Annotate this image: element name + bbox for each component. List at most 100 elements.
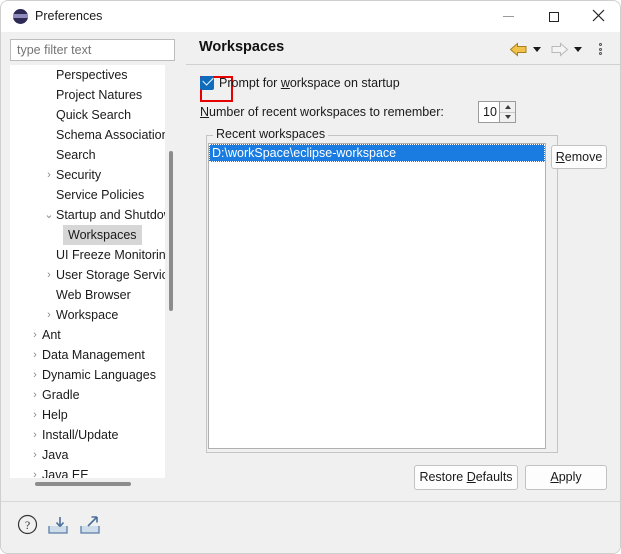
page-header: Workspaces xyxy=(186,32,620,65)
preferences-dialog: Preferences Perspectives Project Natures Q… xyxy=(0,0,621,554)
tree-horizontal-scroll-thumb[interactable] xyxy=(35,482,131,486)
tree-vertical-scrollbar[interactable] xyxy=(165,65,177,478)
tree-item-quick-search[interactable]: Quick Search xyxy=(10,105,165,125)
recent-workspaces-list[interactable]: D:\workSpace\eclipse-workspace xyxy=(208,143,546,449)
chk-label-before: Prompt for xyxy=(219,76,281,90)
num-label-mnemonic: N xyxy=(200,105,210,119)
spinner-down-icon xyxy=(504,115,511,119)
close-icon xyxy=(592,9,605,25)
workspace-list-item[interactable]: D:\workSpace\eclipse-workspace xyxy=(209,144,545,162)
tree-item-web-browser[interactable]: Web Browser xyxy=(10,285,165,305)
chevron-right-icon[interactable]: › xyxy=(29,405,41,425)
preferences-tree[interactable]: Perspectives Project Natures Quick Search S… xyxy=(10,65,177,489)
chevron-right-icon[interactable]: › xyxy=(29,325,41,345)
export-preferences-icon[interactable] xyxy=(79,515,101,535)
recent-count-value[interactable]: 10 xyxy=(483,102,497,122)
prompt-for-workspace-label[interactable]: Prompt for workspace on startup xyxy=(219,74,400,92)
chevron-right-icon[interactable]: › xyxy=(29,425,41,445)
tree-item-dynamic-languages[interactable]: › Dynamic Languages xyxy=(10,365,165,385)
tree-item-label: Ant xyxy=(42,328,61,342)
minimize-button[interactable] xyxy=(486,1,531,32)
vertical-dots-menu-icon[interactable] xyxy=(594,40,606,58)
tree-item-ant[interactable]: › Ant xyxy=(10,325,165,345)
minimize-icon xyxy=(503,16,514,17)
tree-item-ui-freeze-monitoring[interactable]: UI Freeze Monitoring xyxy=(10,245,165,265)
prompt-for-workspace-checkbox[interactable] xyxy=(200,74,214,90)
tree-item-label: Help xyxy=(42,408,68,422)
tree-item-label: Search xyxy=(56,148,96,162)
tree-horizontal-scrollbar[interactable] xyxy=(10,478,177,489)
group-border-right xyxy=(319,135,558,136)
chevron-right-icon[interactable]: › xyxy=(29,385,41,405)
tree-item-label: Dynamic Languages xyxy=(42,368,156,382)
tree-item-workspace[interactable]: › Workspace xyxy=(10,305,165,325)
filter-input[interactable] xyxy=(10,39,175,61)
chevron-right-icon[interactable]: › xyxy=(43,265,55,285)
tree-item-user-storage-service[interactable]: › User Storage Service xyxy=(10,265,165,285)
tree-item-gradle[interactable]: › Gradle xyxy=(10,385,165,405)
tree-item-label: Project Natures xyxy=(56,88,143,102)
tree-viewport: Perspectives Project Natures Quick Search S… xyxy=(10,65,165,478)
tree-item-label: Web Browser xyxy=(56,288,131,302)
spinner-down-button[interactable] xyxy=(500,112,515,122)
tree-item-service-policies[interactable]: Service Policies xyxy=(10,185,165,205)
tree-item-label: Security xyxy=(56,168,102,182)
spinner-up-icon xyxy=(504,105,511,109)
tree-item-label: UI Freeze Monitoring xyxy=(56,248,165,262)
tree-item-search[interactable]: Search xyxy=(10,145,165,165)
tree-item-label: Workspace xyxy=(56,308,119,322)
eclipse-icon-band xyxy=(13,14,28,18)
num-label-after: umber of recent workspaces to remember: xyxy=(209,105,444,119)
apply-button[interactable]: Apply xyxy=(525,465,607,490)
tree-item-project-natures[interactable]: Project Natures xyxy=(10,85,165,105)
tree-item-workspaces[interactable]: Workspaces xyxy=(10,225,165,245)
chevron-down-glyph xyxy=(574,46,582,52)
help-question-icon[interactable]: ? xyxy=(17,514,38,535)
tree-item-label: Workspaces xyxy=(63,225,142,245)
tree-item-install-update[interactable]: › Install/Update xyxy=(10,425,165,445)
chevron-right-icon[interactable]: › xyxy=(29,345,41,365)
tree-item-data-management[interactable]: › Data Management xyxy=(10,345,165,365)
tree-item-help[interactable]: › Help xyxy=(10,405,165,425)
recent-workspaces-group-title: Recent workspaces xyxy=(213,127,329,141)
chevron-right-icon[interactable]: › xyxy=(29,445,41,465)
tree-item-java[interactable]: › Java xyxy=(10,445,165,465)
spinner-buttons xyxy=(499,102,515,122)
maximize-button[interactable] xyxy=(531,1,576,32)
maximize-icon xyxy=(548,11,559,22)
back-arrow-icon[interactable] xyxy=(508,40,528,58)
tree-item-label: Gradle xyxy=(42,388,80,402)
workspaces-page: Prompt for workspace on startup Number o… xyxy=(186,65,620,501)
tree-item-label: Data Management xyxy=(42,348,145,362)
recent-count-spinner[interactable]: 10 xyxy=(478,101,516,123)
tree-item-schema-associations[interactable]: Schema Associations xyxy=(10,125,165,145)
tree-item-label: Install/Update xyxy=(42,428,119,442)
chevron-right-icon[interactable]: › xyxy=(43,305,55,325)
apply-after: pply xyxy=(558,470,582,484)
apply-mnemonic: A xyxy=(550,470,559,484)
import-preferences-icon[interactable] xyxy=(47,515,69,535)
tree-item-startup-and-shutdown[interactable]: ⌄Startup and Shutdown xyxy=(10,205,165,225)
remove-button[interactable]: Remove xyxy=(551,145,607,169)
chevron-right-icon[interactable]: › xyxy=(29,365,41,385)
eclipse-icon xyxy=(13,9,28,24)
back-dropdown-chevron-down-icon[interactable] xyxy=(531,40,543,58)
title-bar: Preferences xyxy=(1,1,620,32)
forward-dropdown-chevron-down-icon[interactable] xyxy=(572,40,584,58)
chevron-right-icon[interactable]: › xyxy=(29,465,41,478)
group-border-left xyxy=(206,135,213,136)
tree-item-label: Schema Associations xyxy=(56,128,165,142)
remove-mnemonic: R xyxy=(555,150,565,164)
tree-vertical-scroll-thumb[interactable] xyxy=(169,151,173,311)
tree-item-java-ee[interactable]: › Java EE xyxy=(10,465,165,478)
restore-defaults-button[interactable]: Restore Defaults xyxy=(414,465,518,490)
restore-mnemonic: D xyxy=(466,470,476,484)
tree-item-perspectives[interactable]: Perspectives xyxy=(10,65,165,85)
close-button[interactable] xyxy=(576,1,620,32)
chevron-right-icon[interactable]: › xyxy=(43,165,55,185)
chevron-down-glyph xyxy=(533,46,541,52)
chevron-down-icon[interactable]: ⌄ xyxy=(43,205,55,225)
restore-before: Restore xyxy=(419,470,467,484)
tree-item-label: Java EE xyxy=(42,468,89,478)
tree-item-security[interactable]: › Security xyxy=(10,165,165,185)
